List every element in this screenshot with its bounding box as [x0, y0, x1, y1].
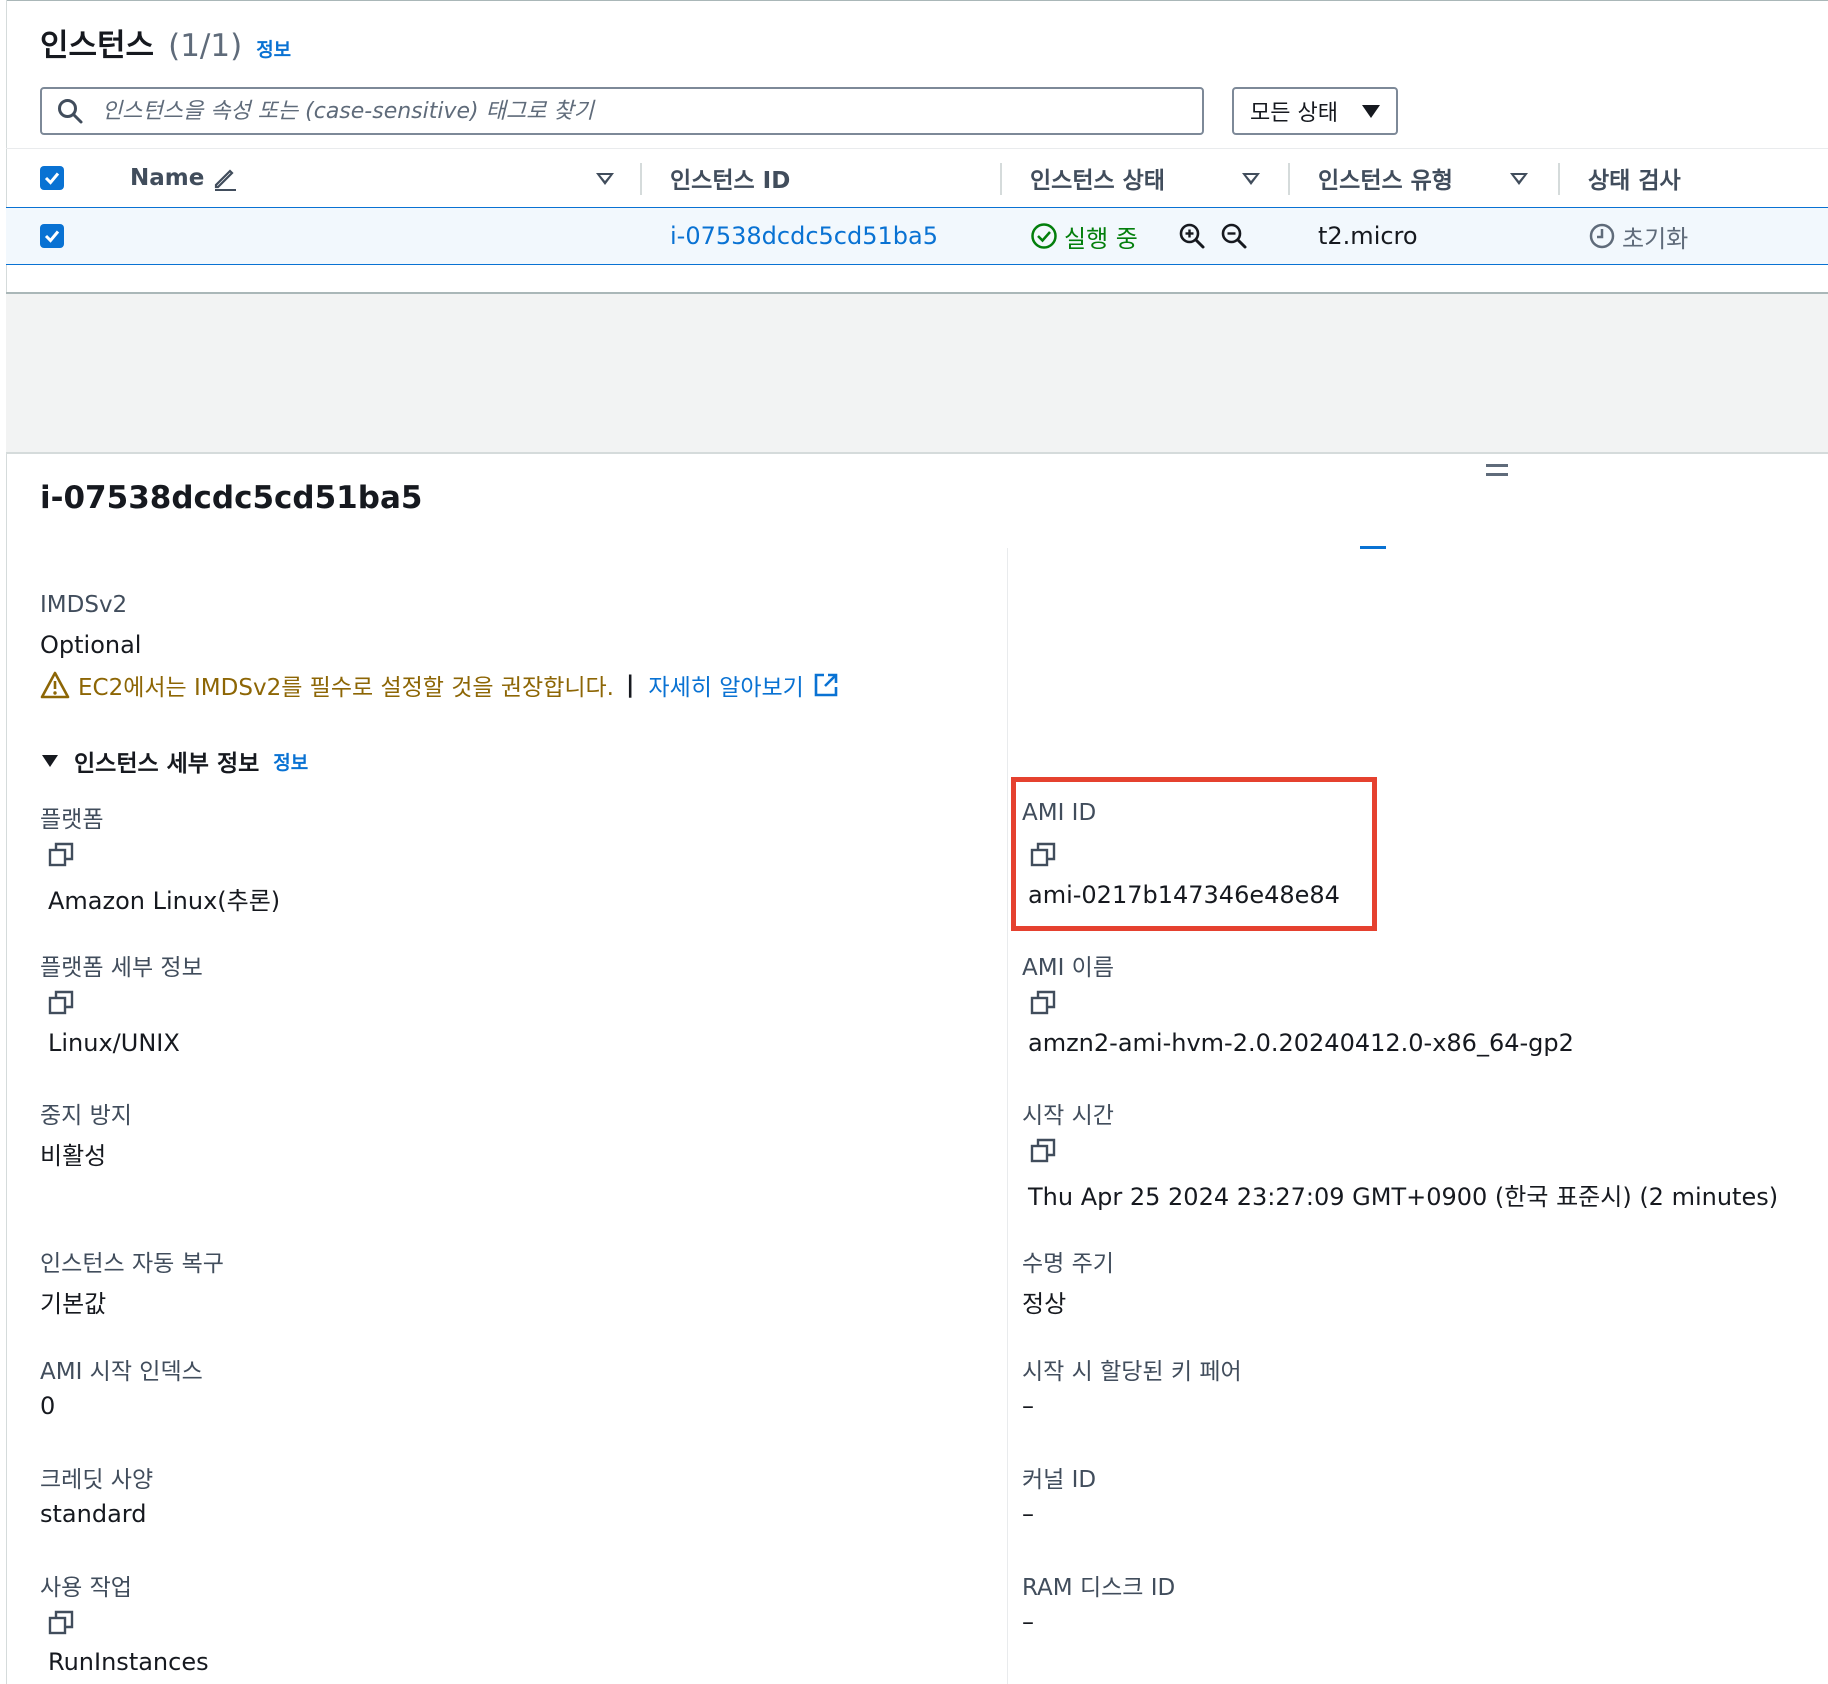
ami-name-label: AMI 이름 — [1022, 955, 1114, 981]
row-instance-type: t2.micro — [1318, 222, 1418, 250]
platform-value: Amazon Linux(추론) — [48, 887, 281, 915]
status-check-label: 초기화 — [1622, 224, 1689, 253]
zoom-in-icon[interactable] — [1178, 222, 1206, 250]
platform-detail-label: 플랫폼 세부 정보 — [40, 955, 203, 981]
column-header-instance-type[interactable]: 인스턴스 유형 — [1318, 149, 1453, 207]
column-label: Name — [130, 165, 205, 191]
ramdisk-id-label: RAM 디스크 ID — [1022, 1575, 1176, 1601]
check-icon — [44, 172, 60, 185]
stop-protection-label: 중지 방지 — [40, 1103, 132, 1129]
ami-id-link[interactable]: ami-0217b147346e48e84 — [1028, 881, 1340, 909]
check-icon — [44, 230, 60, 243]
imds-label: IMDSv2 — [40, 592, 128, 618]
state-label: 실행 중 — [1064, 224, 1138, 253]
column-separator — [1288, 163, 1290, 195]
external-link-icon[interactable] — [812, 671, 840, 699]
zoom-out-icon[interactable] — [1220, 222, 1248, 250]
column-divider — [1007, 548, 1008, 1684]
copy-icon[interactable] — [48, 1610, 74, 1636]
split-panel-gap — [6, 292, 1828, 454]
edit-pencil-icon — [215, 169, 237, 191]
learn-more-link[interactable]: 자세히 알아보기 — [648, 668, 803, 702]
credit-spec-label: 크레딧 사양 — [40, 1467, 154, 1493]
caret-down-icon — [42, 755, 58, 767]
check-circle-icon — [1031, 223, 1057, 249]
warning-text: EC2에서는 IMDSv2를 필수로 설정할 것을 권장합니다. — [78, 675, 614, 701]
usage-operation-label: 사용 작업 — [40, 1575, 132, 1601]
credit-spec-value: standard — [40, 1500, 147, 1528]
instance-details-section-toggle[interactable]: 인스턴스 세부 정보 정보 — [42, 744, 308, 778]
caret-down-icon — [1362, 104, 1380, 118]
state-filter-select[interactable]: 모든 상태 — [1232, 87, 1398, 135]
ami-launch-index-value: 0 — [40, 1392, 56, 1420]
table-header: Name 인스턴스 ID 인스턴스 상태 인스턴스 유형 상태 검사 — [6, 148, 1828, 208]
imds-value: Optional — [40, 631, 142, 659]
launch-time-label: 시작 시간 — [1022, 1103, 1114, 1129]
warning-icon — [40, 671, 70, 699]
stop-protection-value: 비활성 — [40, 1142, 107, 1170]
kernel-id-label: 커널 ID — [1022, 1467, 1097, 1493]
lifecycle-label: 수명 주기 — [1022, 1251, 1114, 1277]
search-box — [40, 87, 1204, 135]
auto-recovery-value: 기본값 — [40, 1290, 107, 1318]
search-icon — [58, 99, 83, 124]
instance-count: (1/1) — [168, 28, 243, 64]
section-info-link[interactable]: 정보 — [273, 748, 308, 775]
page-title: 인스턴스 — [40, 28, 155, 64]
copy-icon[interactable] — [1030, 842, 1056, 868]
key-pair-value: – — [1022, 1392, 1034, 1420]
column-label: 인스턴스 ID — [670, 168, 791, 194]
filter-caret-icon[interactable] — [596, 173, 614, 185]
platform-detail-value: Linux/UNIX — [48, 1029, 180, 1057]
copy-icon[interactable] — [48, 842, 74, 868]
column-label: 인스턴스 유형 — [1318, 168, 1453, 194]
resize-handle-icon[interactable] — [1486, 464, 1508, 476]
lifecycle-value: 정상 — [1022, 1290, 1067, 1318]
filter-caret-icon[interactable] — [1510, 173, 1528, 185]
copy-icon[interactable] — [48, 990, 74, 1016]
table-row[interactable]: i-07538dcdc5cd51ba5 실행 중 t2.micro 초기화 — [6, 207, 1828, 265]
ami-launch-index-label: AMI 시작 인덱스 — [40, 1359, 203, 1385]
copy-icon[interactable] — [1030, 1138, 1056, 1164]
column-header-instance-id[interactable]: 인스턴스 ID — [670, 149, 790, 207]
column-header-name[interactable]: Name — [130, 149, 238, 207]
ami-name-value: amzn2-ami-hvm-2.0.20240412.0-x86_64-gp2 — [1028, 1029, 1574, 1057]
state-filter-value: 모든 상태 — [1250, 101, 1338, 126]
kernel-id-value: – — [1022, 1500, 1034, 1528]
column-label: 상태 검사 — [1588, 168, 1681, 194]
column-separator — [640, 163, 642, 195]
key-pair-label: 시작 시 할당된 키 페어 — [1022, 1359, 1242, 1385]
ami-id-label: AMI ID — [1022, 800, 1097, 826]
row-checkbox[interactable] — [40, 224, 64, 248]
ramdisk-id-value: – — [1022, 1608, 1034, 1636]
column-header-status-check[interactable]: 상태 검사 — [1588, 149, 1681, 207]
column-separator — [1000, 163, 1002, 195]
select-all-checkbox[interactable] — [40, 166, 64, 190]
search-input[interactable] — [100, 97, 1184, 125]
auto-recovery-label: 인스턴스 자동 복구 — [40, 1251, 224, 1277]
header-info-link[interactable]: 정보 — [256, 35, 291, 62]
section-title: 인스턴스 세부 정보 — [74, 751, 260, 777]
row-instance-state: 실행 중 — [1030, 208, 1138, 264]
clock-icon — [1589, 223, 1615, 249]
detail-title: i-07538dcdc5cd51ba5 — [40, 480, 423, 516]
row-status-check: 초기화 — [1588, 208, 1688, 264]
tab-indicator — [1360, 546, 1386, 549]
filter-caret-icon[interactable] — [1242, 173, 1260, 185]
imds-warning: EC2에서는 IMDSv2를 필수로 설정할 것을 권장합니다. | 자세히 알… — [40, 668, 840, 702]
separator-pipe: | — [626, 672, 635, 698]
column-label: 인스턴스 상태 — [1030, 168, 1165, 194]
copy-icon[interactable] — [1030, 990, 1056, 1016]
platform-label: 플랫폼 — [40, 807, 104, 833]
column-header-instance-state[interactable]: 인스턴스 상태 — [1030, 149, 1165, 207]
top-border — [0, 0, 1828, 1]
usage-operation-value: RunInstances — [48, 1648, 209, 1676]
instances-header: 인스턴스 (1/1) 정보 — [40, 20, 291, 70]
column-separator — [1558, 163, 1560, 195]
row-instance-id-link[interactable]: i-07538dcdc5cd51ba5 — [670, 208, 938, 264]
launch-time-value: Thu Apr 25 2024 23:27:09 GMT+0900 (한국 표준… — [1028, 1183, 1779, 1211]
